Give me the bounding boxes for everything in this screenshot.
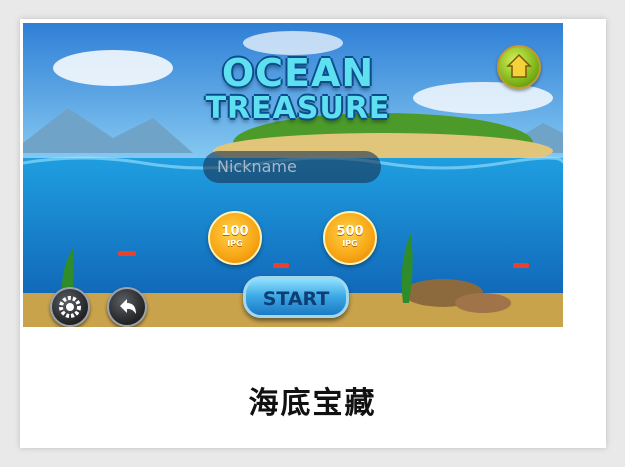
coin-currency: IPG <box>342 239 358 248</box>
title-line-1: OCEAN <box>221 51 375 95</box>
back-button[interactable] <box>107 287 147 327</box>
coin-500-button[interactable]: 500 IPG <box>323 211 377 265</box>
start-button[interactable]: START <box>243 276 349 318</box>
settings-button[interactable] <box>50 287 90 327</box>
back-arrow-icon <box>120 299 136 314</box>
title-line-2: TREASURE <box>205 91 391 126</box>
home-button[interactable] <box>497 45 541 89</box>
coin-100-button[interactable]: 100 IPG <box>208 211 262 265</box>
coin-currency: IPG <box>227 239 243 248</box>
page-caption: 海底宝藏 <box>248 386 377 421</box>
coin-amount: 100 <box>221 224 249 239</box>
game-logo: OCEAN TREASURE <box>198 53 398 153</box>
nickname-input[interactable]: Nickname <box>203 151 381 183</box>
gear-icon <box>59 296 81 318</box>
coin-amount: 500 <box>336 224 364 239</box>
home-icon <box>506 53 532 78</box>
game-scene: OCEAN TREASURE Nickname 100 IPG 500 IPG … <box>23 23 563 327</box>
